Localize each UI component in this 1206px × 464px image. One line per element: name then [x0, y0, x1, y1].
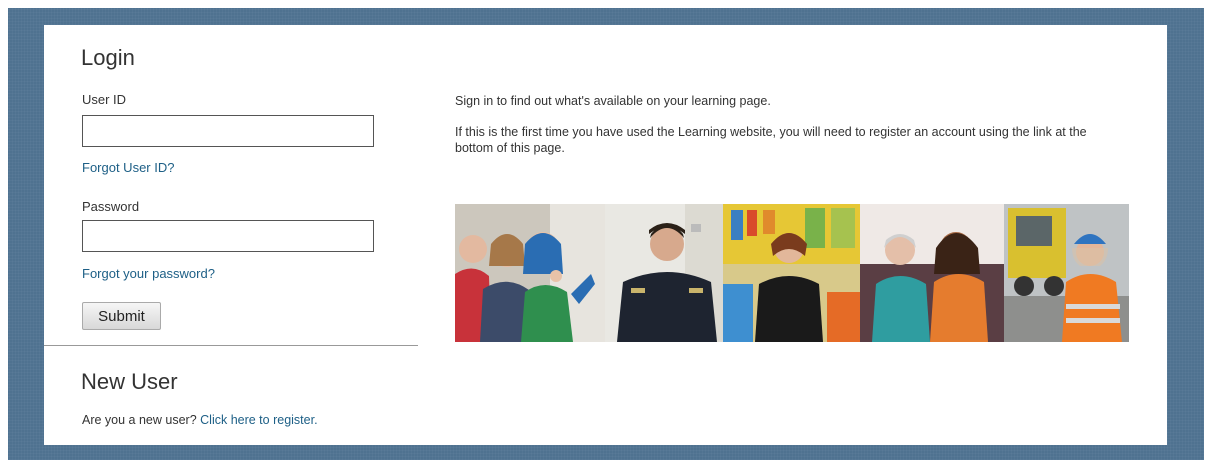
password-input[interactable]	[82, 220, 374, 252]
officer-illustration	[605, 204, 723, 342]
user-id-input[interactable]	[82, 115, 374, 147]
construction-worker-photo	[1004, 204, 1129, 342]
photo-strip	[455, 204, 1129, 342]
section-divider	[44, 345, 418, 346]
login-heading: Login	[81, 45, 135, 70]
classroom-illustration	[723, 204, 860, 342]
uniformed-officer-photo	[605, 204, 723, 342]
new-user-prompt-text: Are you a new user?	[82, 413, 197, 427]
two-women-on-sofa-photo	[860, 204, 1004, 342]
info-line-1: Sign in to find out what's available on …	[455, 94, 771, 108]
people-illustration	[455, 204, 605, 342]
worker-illustration	[1004, 204, 1129, 342]
info-line-2: If this is the first time you have used …	[455, 125, 1087, 155]
teacher-in-classroom-photo	[723, 204, 860, 342]
new-user-prompt: Are you a new user? Click here to regist…	[82, 413, 318, 427]
forgot-password-link[interactable]: Forgot your password?	[82, 266, 215, 281]
user-id-label: User ID	[82, 92, 127, 107]
forgot-user-id-link[interactable]: Forgot User ID?	[82, 160, 174, 175]
sofa-illustration	[860, 204, 1004, 342]
submit-button[interactable]: Submit	[82, 302, 161, 330]
password-label: Password	[82, 199, 140, 214]
register-link[interactable]: Click here to register.	[200, 413, 317, 427]
new-user-heading: New User	[81, 369, 178, 394]
smiling-young-people-photo	[455, 204, 605, 342]
login-panel: Login User ID Forgot User ID? Password F…	[44, 25, 1167, 445]
page-frame: Login User ID Forgot User ID? Password F…	[8, 8, 1204, 460]
